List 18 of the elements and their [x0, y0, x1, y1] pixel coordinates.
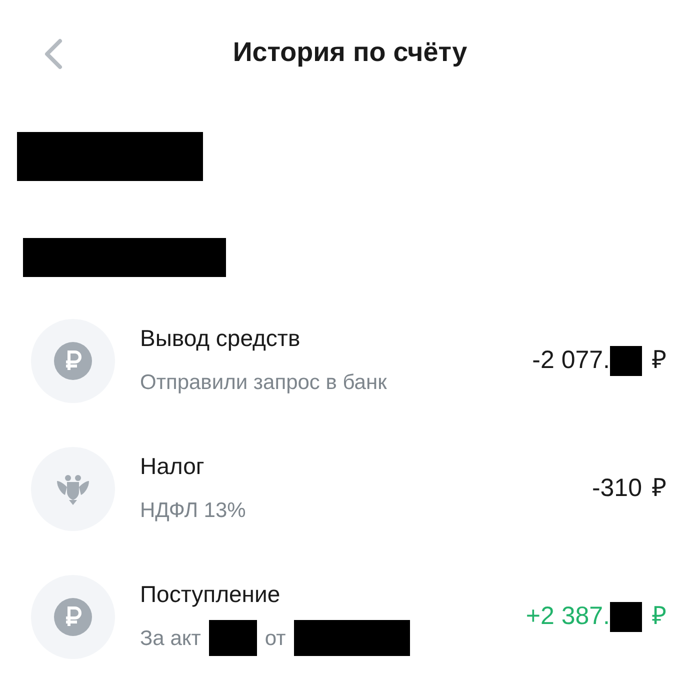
- currency-sign: ₽: [652, 473, 667, 504]
- transaction-title: Вывод средств: [140, 324, 302, 353]
- transaction-subtitle: Отправили запрос в банк: [140, 370, 387, 396]
- transaction-subtitle: НДФЛ 13%: [140, 498, 246, 524]
- currency-sign: ₽: [652, 345, 667, 376]
- transaction-subtitle: от: [264, 626, 286, 652]
- transaction-title: Поступление: [140, 580, 282, 609]
- page-title: История по счёту: [232, 36, 468, 69]
- currency-sign: ₽: [652, 601, 667, 632]
- amount: +2 387.: [526, 601, 610, 632]
- redaction-bar: [208, 620, 257, 656]
- transaction-title: Налог: [140, 452, 206, 481]
- ruble-coin-icon: [54, 598, 92, 636]
- amount: -310: [592, 473, 642, 504]
- amount: -2 077.: [532, 345, 610, 376]
- ruble-coin-icon: [54, 342, 92, 380]
- transaction-subtitle: За акт: [140, 626, 201, 652]
- back-icon[interactable]: [42, 38, 64, 70]
